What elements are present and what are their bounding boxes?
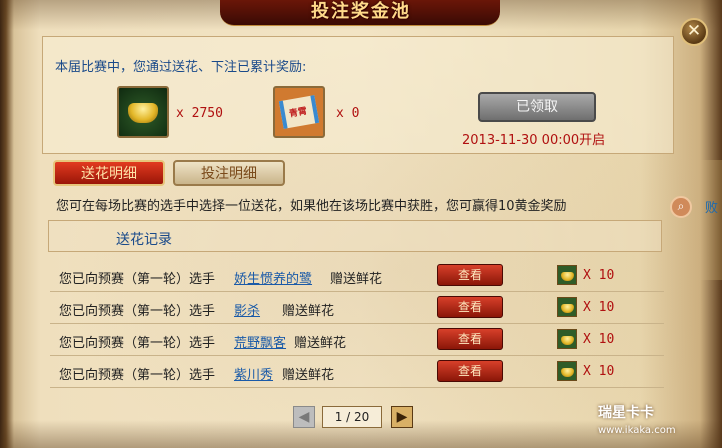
gold-ingot-icon[interactable] (117, 86, 169, 138)
table-row: 您已向预赛（第一轮）选手 荒野飘客 赠送鲜花 查看 X 10 (50, 324, 664, 356)
player-link[interactable]: 影杀 (234, 300, 260, 319)
chevron-left-icon: ◀ (298, 409, 310, 425)
row-prefix: 您已向预赛（第一轮）选手 (59, 336, 216, 351)
reward-intro: 本届比赛中，您通过送花、下注已累计奖励: (55, 60, 307, 75)
page-indicator: 1 / 20 (322, 406, 382, 428)
gold-ingot-icon (557, 265, 577, 285)
row-prefix: 您已向预赛（第一轮）选手 (59, 368, 216, 383)
records-list: 您已向预赛（第一轮）选手 娇生惯养的鹭 赠送鲜花 查看 X 10 您已向预赛（第… (50, 260, 664, 388)
view-button[interactable]: 查看 (437, 296, 503, 318)
tab-flower-details[interactable]: 送花明细 (53, 160, 165, 186)
gold-ingot-icon (557, 297, 577, 317)
flower-tip: 您可在每场比赛的选手中选择一位送花，如果他在该场比赛中获胜，您可赢得10黄金奖励 (56, 199, 567, 214)
search-icon[interactable]: ⌕ (670, 196, 692, 218)
view-button[interactable]: 查看 (437, 360, 503, 382)
gold-count: x 2750 (176, 106, 223, 121)
row-prefix: 您已向预赛（第一轮）选手 (59, 304, 216, 319)
row-prefix: 您已向预赛（第一轮）选手 (59, 272, 216, 287)
close-button[interactable]: ✕ (680, 18, 708, 46)
chevron-right-icon: ▶ (396, 409, 408, 425)
row-suffix: 赠送鲜花 (330, 272, 383, 287)
player-link[interactable]: 紫川秀 (234, 364, 273, 383)
claimed-button[interactable]: 已领取 (478, 92, 596, 122)
row-count: X 10 (583, 332, 615, 347)
side-panel-edge (700, 160, 722, 280)
row-count: X 10 (583, 300, 615, 315)
gold-ingot-shape (128, 103, 158, 123)
tab-bet-details[interactable]: 投注明细 (173, 160, 285, 186)
row-count: X 10 (583, 268, 615, 283)
next-page-button[interactable]: ▶ (391, 406, 413, 428)
table-row: 您已向预赛（第一轮）选手 娇生惯养的鹭 赠送鲜花 查看 X 10 (50, 260, 664, 292)
scroll-text: 青霄 (288, 106, 308, 120)
watermark: 瑞星卡卡 www.ikaka.com (598, 404, 718, 444)
table-row: 您已向预赛（第一轮）选手 紫川秀 赠送鲜花 查看 X 10 (50, 356, 664, 388)
prev-page-button[interactable]: ◀ (293, 406, 315, 428)
records-header: 送花记录 (116, 232, 172, 248)
scroll-paper: 青霄 (278, 95, 320, 129)
row-suffix: 赠送鲜花 (282, 304, 335, 319)
row-suffix: 赠送鲜花 (294, 336, 347, 351)
scroll-icon[interactable]: 青霄 (273, 86, 325, 138)
row-suffix: 赠送鲜花 (282, 368, 335, 383)
row-count: X 10 (583, 364, 615, 379)
gold-ingot-icon (557, 361, 577, 381)
close-icon: ✕ (686, 21, 702, 41)
player-link[interactable]: 荒野飘客 (234, 332, 286, 351)
watermark-site: www.ikaka.com (598, 425, 676, 436)
open-time: 2013-11-30 00:00开启 (462, 133, 606, 148)
gold-ingot-icon (557, 329, 577, 349)
watermark-name: 瑞星卡卡 (598, 405, 654, 421)
view-button[interactable]: 查看 (437, 264, 503, 286)
player-link[interactable]: 娇生惯养的鹭 (234, 268, 312, 287)
table-row: 您已向预赛（第一轮）选手 影杀 赠送鲜花 查看 X 10 (50, 292, 664, 324)
window-title: 投注奖金池 (311, 1, 411, 22)
view-button[interactable]: 查看 (437, 328, 503, 350)
side-panel-text: 败 (705, 201, 719, 216)
scroll-count: x 0 (336, 106, 360, 121)
